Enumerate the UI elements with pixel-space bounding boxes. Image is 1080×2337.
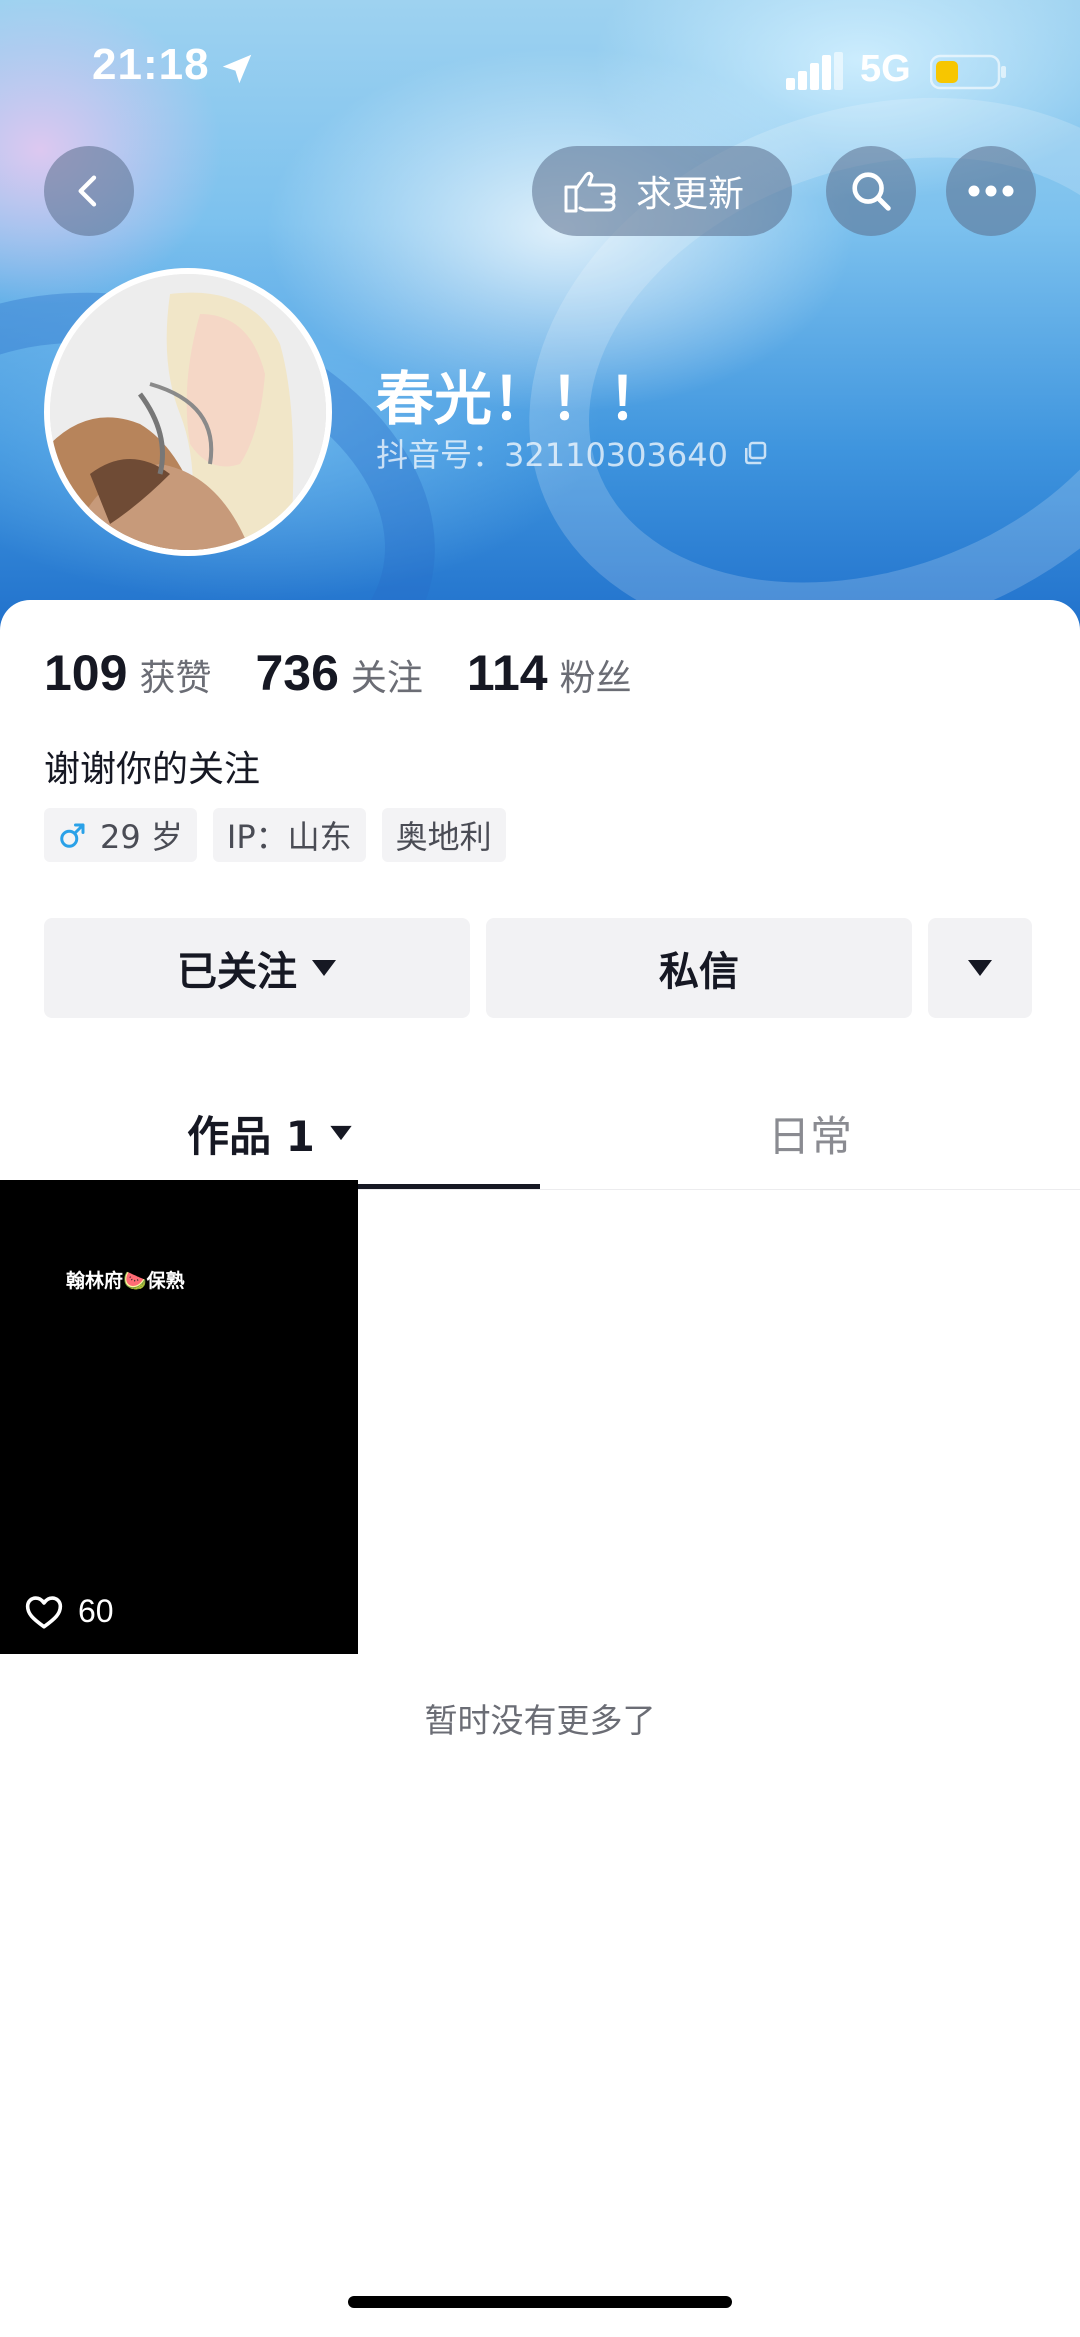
tab-works[interactable]: 作品 1 <box>0 1080 540 1186</box>
stat-value: 114 <box>466 645 548 701</box>
no-more-text: 暂时没有更多了 <box>424 1701 656 1740</box>
likes-count: 60 <box>78 1593 114 1629</box>
request-update-button[interactable]: 求更新 <box>532 146 792 236</box>
status-bar: 21:18 5G <box>0 0 1080 140</box>
status-time: 21:18 <box>92 40 210 89</box>
douyin-id[interactable]: 抖音号：32110303640 <box>376 430 770 476</box>
stat-value: 109 <box>44 645 128 701</box>
search-button[interactable] <box>826 146 916 236</box>
tab-works-label: 作品 1 <box>187 1111 315 1161</box>
message-label: 私信 <box>659 949 739 995</box>
heart-icon <box>25 1595 63 1629</box>
home-indicator[interactable] <box>348 2296 732 2308</box>
video-caption: 翰林府🍉保熟 <box>66 1270 185 1292</box>
stat-label: 关注 <box>350 658 423 699</box>
avatar-photo <box>50 274 326 550</box>
battery-icon <box>930 54 1006 90</box>
stat-followers[interactable]: 114 粉丝 <box>467 644 632 702</box>
tag-ip: IP：山东 <box>212 808 366 862</box>
message-button[interactable]: 私信 <box>486 918 912 1018</box>
content-tabs: 作品 1 日常 <box>0 1080 1080 1190</box>
profile-page: 21:18 5G 求更新 春光！！！ 抖音号：32110303640 109 获… <box>0 0 1080 2337</box>
tag-location: 奥地利 <box>381 808 506 862</box>
tag-age-label: 29 岁 <box>100 818 183 856</box>
pointing-hand-icon <box>564 171 616 213</box>
followed-button[interactable]: 已关注 <box>44 918 470 1018</box>
more-button[interactable] <box>946 146 1036 236</box>
douyin-id-text: 抖音号：32110303640 <box>376 436 728 474</box>
followed-label: 已关注 <box>177 949 297 995</box>
more-dots-icon <box>968 185 1014 197</box>
male-icon <box>60 823 85 848</box>
location-arrow-icon <box>222 54 252 84</box>
stat-label: 粉丝 <box>559 658 632 699</box>
back-button[interactable] <box>44 146 134 236</box>
caret-down-icon <box>330 1125 352 1141</box>
stat-following[interactable]: 736 关注 <box>255 644 422 702</box>
tag-list: 29 岁 IP：山东 奥地利 <box>44 808 522 862</box>
caret-down-icon <box>968 960 992 976</box>
action-row: 已关注 私信 <box>44 918 1032 1018</box>
stat-label: 获赞 <box>139 658 212 699</box>
recommend-dropdown-button[interactable] <box>928 918 1032 1018</box>
signal-icon <box>786 52 843 90</box>
tag-age: 29 岁 <box>44 808 197 862</box>
search-icon <box>852 172 891 211</box>
tab-daily-label: 日常 <box>767 1111 852 1161</box>
tag-location-label: 奥地利 <box>395 818 492 856</box>
stats-row: 109 获赞 736 关注 114 粉丝 <box>44 644 676 702</box>
stat-likes[interactable]: 109 获赞 <box>44 644 211 702</box>
avatar[interactable] <box>44 268 332 556</box>
bio-text: 谢谢你的关注 <box>44 749 261 790</box>
chevron-left-icon <box>78 175 97 207</box>
tab-daily[interactable]: 日常 <box>540 1080 1080 1186</box>
profile-name: 春光！！！ <box>376 365 667 433</box>
stat-value: 736 <box>255 645 339 701</box>
video-thumbnail[interactable]: 翰林府🍉保熟 60 <box>0 1180 358 1654</box>
request-update-label: 求更新 <box>636 174 745 215</box>
tag-ip-label: IP：山东 <box>226 818 352 856</box>
network-type: 5G <box>860 48 911 90</box>
video-likes: 60 <box>24 1593 114 1630</box>
caret-down-icon <box>312 960 336 976</box>
copy-icon[interactable] <box>740 438 770 468</box>
